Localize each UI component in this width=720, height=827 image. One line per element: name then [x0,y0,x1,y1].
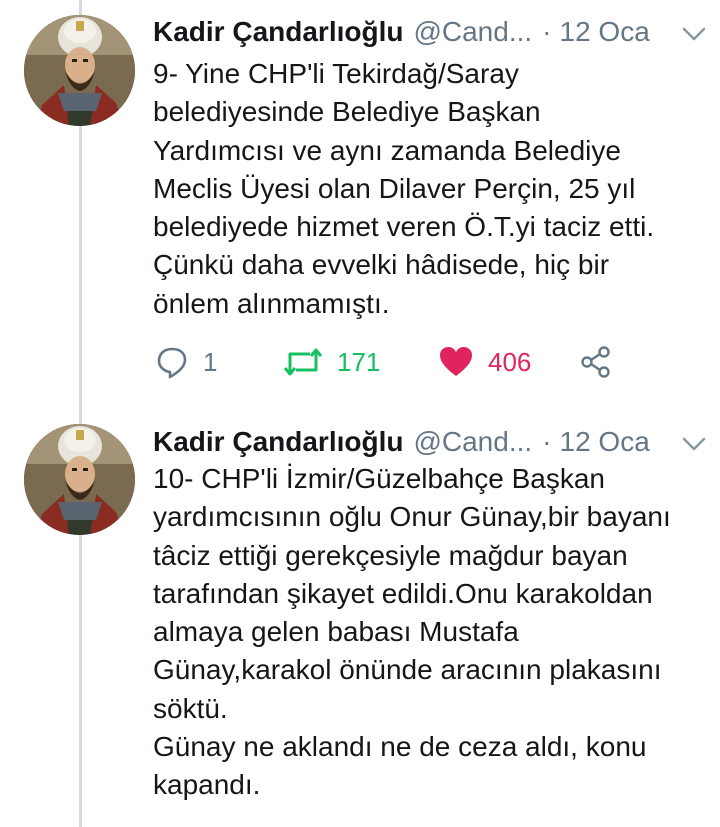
avatar[interactable] [24,424,135,535]
author-name[interactable]: Kadir Çandarlıoğlu [153,426,403,458]
chevron-down-icon[interactable] [680,20,708,42]
timestamp[interactable]: 12 Oca [560,426,650,458]
separator-dot: · [542,16,552,47]
share-icon [580,345,612,379]
tweet-header: Kadir Çandarlıoğlu @Cand... · 12 Oca [153,14,708,50]
retweet-icon [283,345,323,379]
author-handle[interactable]: @Cand... [413,16,532,48]
reply-button[interactable]: 1 [155,344,217,380]
timestamp[interactable]: 12 Oca [560,16,650,48]
tweet[interactable]: Kadir Çandarlıoğlu @Cand... · 12 Oca 9- … [0,0,720,410]
separator-dot: · [542,426,552,457]
tweet-text: 9- Yine CHP'li Tekirdağ/Saray belediyesi… [153,58,655,319]
chevron-down-icon[interactable] [680,430,708,452]
author-handle[interactable]: @Cand... [413,426,532,458]
like-button[interactable]: 406 [438,344,531,380]
tweet-header: Kadir Çandarlıoğlu @Cand... · 12 Oca [153,424,708,460]
like-count: 406 [488,346,532,377]
tweet-text: 10- CHP'li İzmir/Güzelbahçe Başkan yardı… [153,463,671,801]
tweet-actions: 1 171 406 [155,344,635,380]
author-name[interactable]: Kadir Çandarlıoğlu [153,16,403,48]
share-button[interactable] [580,344,612,380]
avatar[interactable] [24,15,135,126]
reply-icon [155,345,189,379]
tweet[interactable]: Kadir Çandarlıoğlu @Cand... · 12 Oca 10-… [0,410,720,827]
reply-count: 1 [203,346,218,377]
retweet-count: 171 [337,346,381,377]
retweet-button[interactable]: 171 [283,344,380,380]
heart-icon [438,345,474,379]
